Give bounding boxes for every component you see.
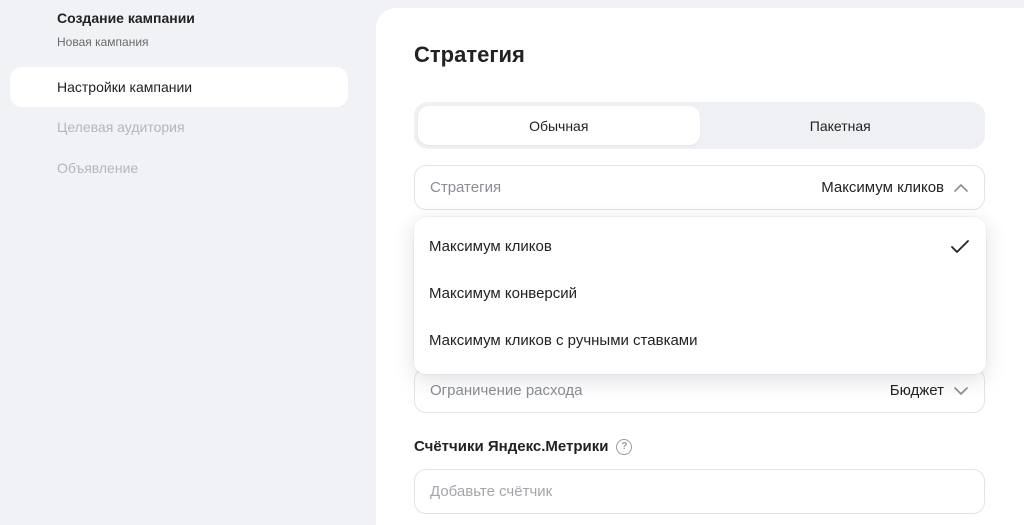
spend-limit-select[interactable]: Ограничение расхода Бюджет <box>414 368 985 413</box>
dropdown-option-max-conversions[interactable]: Максимум конверсий <box>414 270 986 317</box>
chevron-down-icon <box>954 386 968 395</box>
dropdown-option-label: Максимум конверсий <box>429 285 578 302</box>
sidebar-item-label: Объявление <box>57 160 139 176</box>
strategy-panel: Стратегия Обычная Пакетная Стратегия Мак… <box>376 8 1024 525</box>
strategy-select-label: Стратегия <box>430 179 502 196</box>
campaign-subtitle: Новая кампания <box>57 35 149 49</box>
strategy-select-value: Максимум кликов <box>821 179 944 196</box>
sidebar-item-campaign-settings[interactable]: Настройки кампании <box>10 67 348 107</box>
campaign-creation-title: Создание кампании <box>57 10 195 26</box>
metrics-label: Счётчики Яндекс.Метрики <box>414 438 609 455</box>
dropdown-option-label: Максимум кликов <box>429 238 552 255</box>
strategy-dropdown-menu: Максимум кликов Максимум конверсий Макси… <box>414 217 986 374</box>
dropdown-option-label: Максимум кликов с ручными ставками <box>429 332 698 349</box>
spend-limit-label: Ограничение расхода <box>430 382 583 399</box>
sidebar-item-target-audience[interactable]: Целевая аудитория <box>10 107 348 147</box>
metrics-counter-input[interactable] <box>414 469 985 514</box>
chevron-up-icon <box>954 183 968 192</box>
sidebar-item-label: Целевая аудитория <box>57 119 185 135</box>
sidebar-item-ad[interactable]: Объявление <box>10 148 348 188</box>
page-title: Стратегия <box>414 42 525 67</box>
tab-package[interactable]: Пакетная <box>700 106 982 145</box>
spend-limit-value: Бюджет <box>889 382 944 399</box>
help-icon[interactable]: ? <box>616 438 633 455</box>
strategy-select[interactable]: Стратегия Максимум кликов <box>414 165 985 210</box>
dropdown-option-max-clicks[interactable]: Максимум кликов <box>414 223 986 270</box>
strategy-type-tabs: Обычная Пакетная <box>414 102 985 149</box>
checkmark-icon <box>951 239 969 253</box>
metrics-section-label: Счётчики Яндекс.Метрики ? <box>414 438 633 455</box>
dropdown-option-max-clicks-manual[interactable]: Максимум кликов с ручными ставками <box>414 317 986 364</box>
sidebar-item-label: Настройки кампании <box>57 79 193 95</box>
tab-regular[interactable]: Обычная <box>418 106 700 145</box>
sidebar: Создание кампании Новая кампания Настрой… <box>0 0 360 525</box>
